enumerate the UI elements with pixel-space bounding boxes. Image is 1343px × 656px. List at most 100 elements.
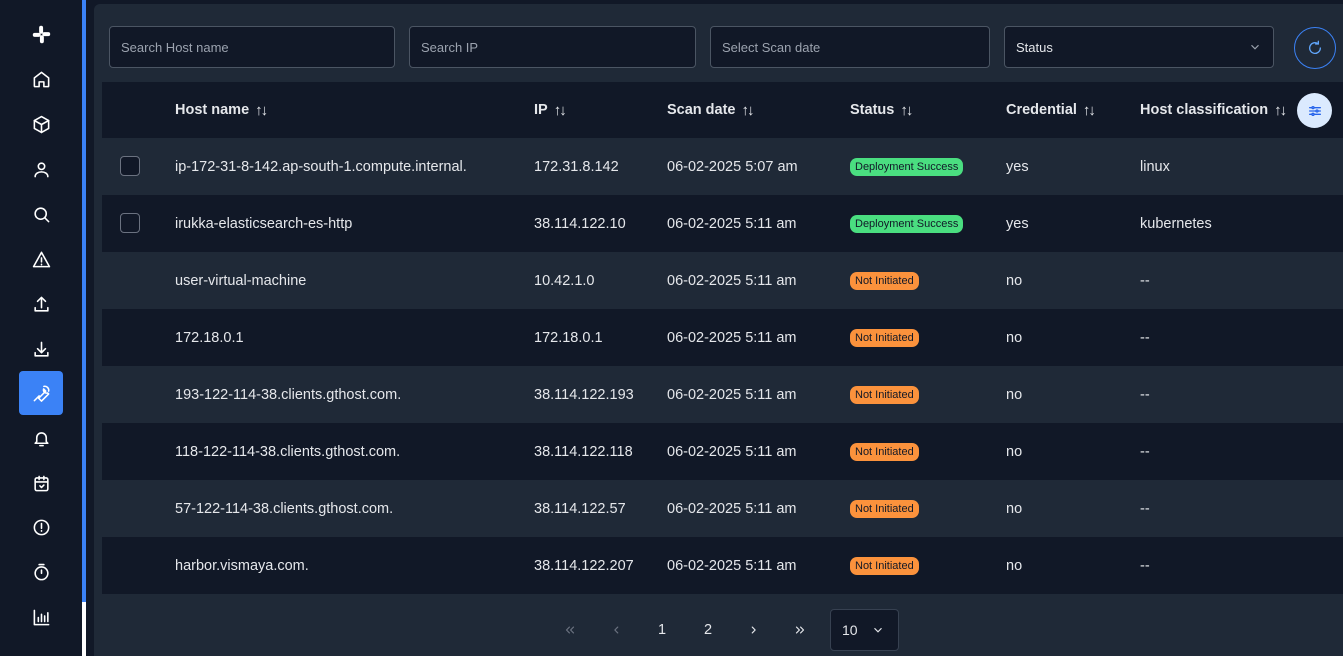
sort-icon[interactable]: ↑↓ bbox=[1083, 102, 1096, 119]
row-checkbox[interactable] bbox=[120, 213, 140, 233]
cell-scan-date: 06-02-2025 5:11 am bbox=[667, 443, 797, 460]
table-row[interactable]: harbor.vismaya.com. 38.114.122.207 06-02… bbox=[102, 537, 1343, 594]
host-search-field[interactable] bbox=[109, 26, 395, 68]
last-page-button[interactable] bbox=[785, 609, 815, 651]
cell-host-classification: -- bbox=[1140, 443, 1150, 460]
status-select[interactable]: Status bbox=[1004, 26, 1274, 68]
cell-credential: no bbox=[1006, 500, 1023, 517]
cell-credential: no bbox=[1006, 329, 1023, 346]
table-row[interactable]: 57-122-114-38.clients.gthost.com. 38.114… bbox=[102, 480, 1343, 537]
table-row[interactable]: user-virtual-machine 10.42.1.0 06-02-202… bbox=[102, 252, 1343, 309]
cell-host-classification: -- bbox=[1140, 557, 1150, 574]
page-size-value: 10 bbox=[842, 622, 858, 638]
timer-icon[interactable] bbox=[19, 550, 63, 594]
header-scan-date[interactable]: Scan date ↑↓ bbox=[667, 82, 755, 138]
next-page-button[interactable] bbox=[739, 609, 769, 651]
header-status[interactable]: Status ↑↓ bbox=[850, 82, 913, 138]
sort-icon[interactable]: ↑↓ bbox=[255, 102, 268, 119]
status-badge: Deployment Success bbox=[850, 214, 964, 233]
chevron-left-icon bbox=[614, 626, 619, 634]
cell-credential: no bbox=[1006, 272, 1023, 289]
row-checkbox[interactable] bbox=[120, 156, 140, 176]
scan-date-input[interactable] bbox=[722, 39, 978, 55]
cell-ip: 172.18.0.1 bbox=[534, 329, 603, 346]
table-row[interactable]: 172.18.0.1 172.18.0.1 06-02-2025 5:11 am… bbox=[102, 309, 1343, 366]
table-row[interactable]: 118-122-114-38.clients.gthost.com. 38.11… bbox=[102, 423, 1343, 480]
table-row[interactable]: ip-172-31-8-142.ap-south-1.compute.inter… bbox=[102, 138, 1343, 195]
header-credential[interactable]: Credential ↑↓ bbox=[1006, 82, 1096, 138]
chevron-down-icon bbox=[1251, 44, 1259, 50]
cell-status: Not Initiated bbox=[850, 537, 919, 594]
cell-status: Not Initiated bbox=[850, 480, 919, 537]
cell-credential: no bbox=[1006, 557, 1023, 574]
cell-credential: no bbox=[1006, 386, 1023, 403]
cell-scan-date: 06-02-2025 5:11 am bbox=[667, 272, 797, 289]
header-host-name[interactable]: Host name ↑↓ bbox=[175, 82, 268, 138]
header-ip[interactable]: IP ↑↓ bbox=[534, 82, 567, 138]
bell-icon[interactable] bbox=[19, 416, 63, 460]
status-badge: Not Initiated bbox=[850, 556, 919, 575]
sort-icon[interactable]: ↑↓ bbox=[1274, 102, 1287, 119]
cell-host-classification: -- bbox=[1140, 386, 1150, 403]
first-page-button[interactable] bbox=[555, 609, 585, 651]
status-select-value: Status bbox=[1016, 39, 1053, 55]
cell-scan-date: 06-02-2025 5:11 am bbox=[667, 500, 797, 517]
calendar-icon[interactable] bbox=[19, 461, 63, 505]
ip-search-input[interactable] bbox=[421, 39, 684, 55]
chevrons-right-icon bbox=[795, 626, 805, 634]
status-badge: Deployment Success bbox=[850, 157, 964, 176]
refresh-icon bbox=[1309, 40, 1322, 54]
scan-date-field[interactable] bbox=[710, 26, 990, 68]
cell-ip: 38.114.122.10 bbox=[534, 215, 626, 232]
hosts-table: Host name ↑↓ IP ↑↓ Scan date ↑↓ Status ↑↓ Cr… bbox=[102, 82, 1343, 594]
upload-icon[interactable] bbox=[19, 282, 63, 326]
download-icon[interactable] bbox=[19, 327, 63, 371]
slack-icon[interactable] bbox=[19, 12, 63, 56]
refresh-button[interactable] bbox=[1294, 27, 1336, 69]
page-size-select[interactable]: 10 bbox=[830, 609, 899, 651]
status-badge: Not Initiated bbox=[850, 328, 919, 347]
table-row[interactable]: 193-122-114-38.clients.gthost.com. 38.11… bbox=[102, 366, 1343, 423]
status-badge: Not Initiated bbox=[850, 442, 919, 461]
cell-host-name: user-virtual-machine bbox=[175, 272, 307, 289]
home-icon[interactable] bbox=[19, 57, 63, 101]
sidebar-scroll-indicator bbox=[82, 602, 86, 656]
column-settings-button[interactable] bbox=[1297, 93, 1332, 128]
cell-host-name: harbor.vismaya.com. bbox=[175, 557, 309, 574]
cell-credential: yes bbox=[1006, 158, 1029, 175]
chevron-down-icon bbox=[874, 627, 882, 633]
sort-icon[interactable]: ↑↓ bbox=[554, 102, 567, 119]
cell-host-classification: -- bbox=[1140, 272, 1150, 289]
user-icon[interactable] bbox=[19, 147, 63, 191]
wrench-icon[interactable] bbox=[19, 371, 63, 415]
cell-status: Deployment Success bbox=[850, 195, 964, 252]
page-1-button[interactable]: 1 bbox=[647, 609, 677, 651]
cell-credential: yes bbox=[1006, 215, 1029, 232]
page-2-button[interactable]: 2 bbox=[693, 609, 723, 651]
cell-scan-date: 06-02-2025 5:11 am bbox=[667, 557, 797, 574]
ip-search-field[interactable] bbox=[409, 26, 696, 68]
bar-chart-icon[interactable] bbox=[19, 595, 63, 639]
cell-ip: 10.42.1.0 bbox=[534, 272, 595, 289]
cell-host-name: ip-172-31-8-142.ap-south-1.compute.inter… bbox=[175, 158, 467, 175]
sort-icon[interactable]: ↑↓ bbox=[742, 102, 755, 119]
cell-ip: 38.114.122.57 bbox=[534, 500, 626, 517]
prev-page-button[interactable] bbox=[601, 609, 631, 651]
cell-host-name: 172.18.0.1 bbox=[175, 329, 244, 346]
search-icon[interactable] bbox=[19, 192, 63, 236]
cube-icon[interactable] bbox=[19, 102, 63, 146]
header-host-classification[interactable]: Host classification ↑↓ bbox=[1140, 82, 1287, 138]
host-search-input[interactable] bbox=[121, 39, 383, 55]
warning-icon[interactable] bbox=[19, 237, 63, 281]
cell-ip: 172.31.8.142 bbox=[534, 158, 619, 175]
cell-scan-date: 06-02-2025 5:11 am bbox=[667, 215, 797, 232]
pagination: 1 2 10 bbox=[94, 609, 1343, 651]
sort-icon[interactable]: ↑↓ bbox=[900, 102, 913, 119]
table-header: Host name ↑↓ IP ↑↓ Scan date ↑↓ Status ↑↓ Cr… bbox=[102, 82, 1343, 138]
cell-host-classification: linux bbox=[1140, 158, 1170, 175]
alert-circle-icon[interactable] bbox=[19, 505, 63, 549]
chevron-right-icon bbox=[751, 626, 756, 634]
cell-status: Not Initiated bbox=[850, 423, 919, 480]
table-row[interactable]: irukka-elasticsearch-es-http 38.114.122.… bbox=[102, 195, 1343, 252]
cell-host-classification: kubernetes bbox=[1140, 215, 1212, 232]
